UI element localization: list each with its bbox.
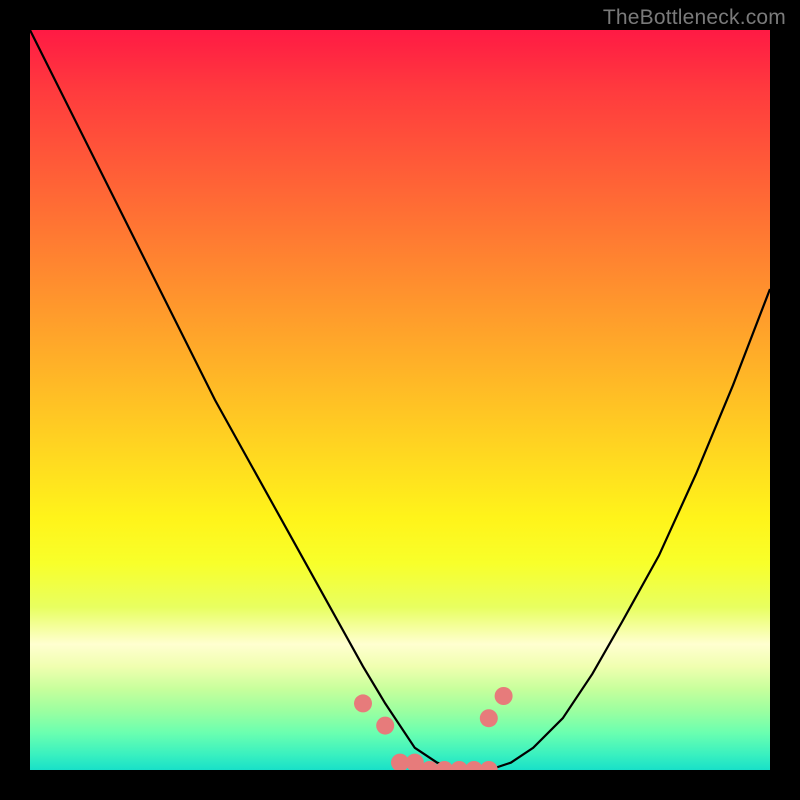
plot-area: [30, 30, 770, 770]
watermark-text: TheBottleneck.com: [603, 6, 786, 30]
curve-marker: [376, 717, 394, 735]
curve-marker: [354, 694, 372, 712]
curve-marker: [480, 761, 498, 770]
bottleneck-curve: [30, 30, 770, 770]
curve-marker: [495, 687, 513, 705]
curve-marker: [480, 709, 498, 727]
chart-frame: TheBottleneck.com: [0, 0, 800, 800]
